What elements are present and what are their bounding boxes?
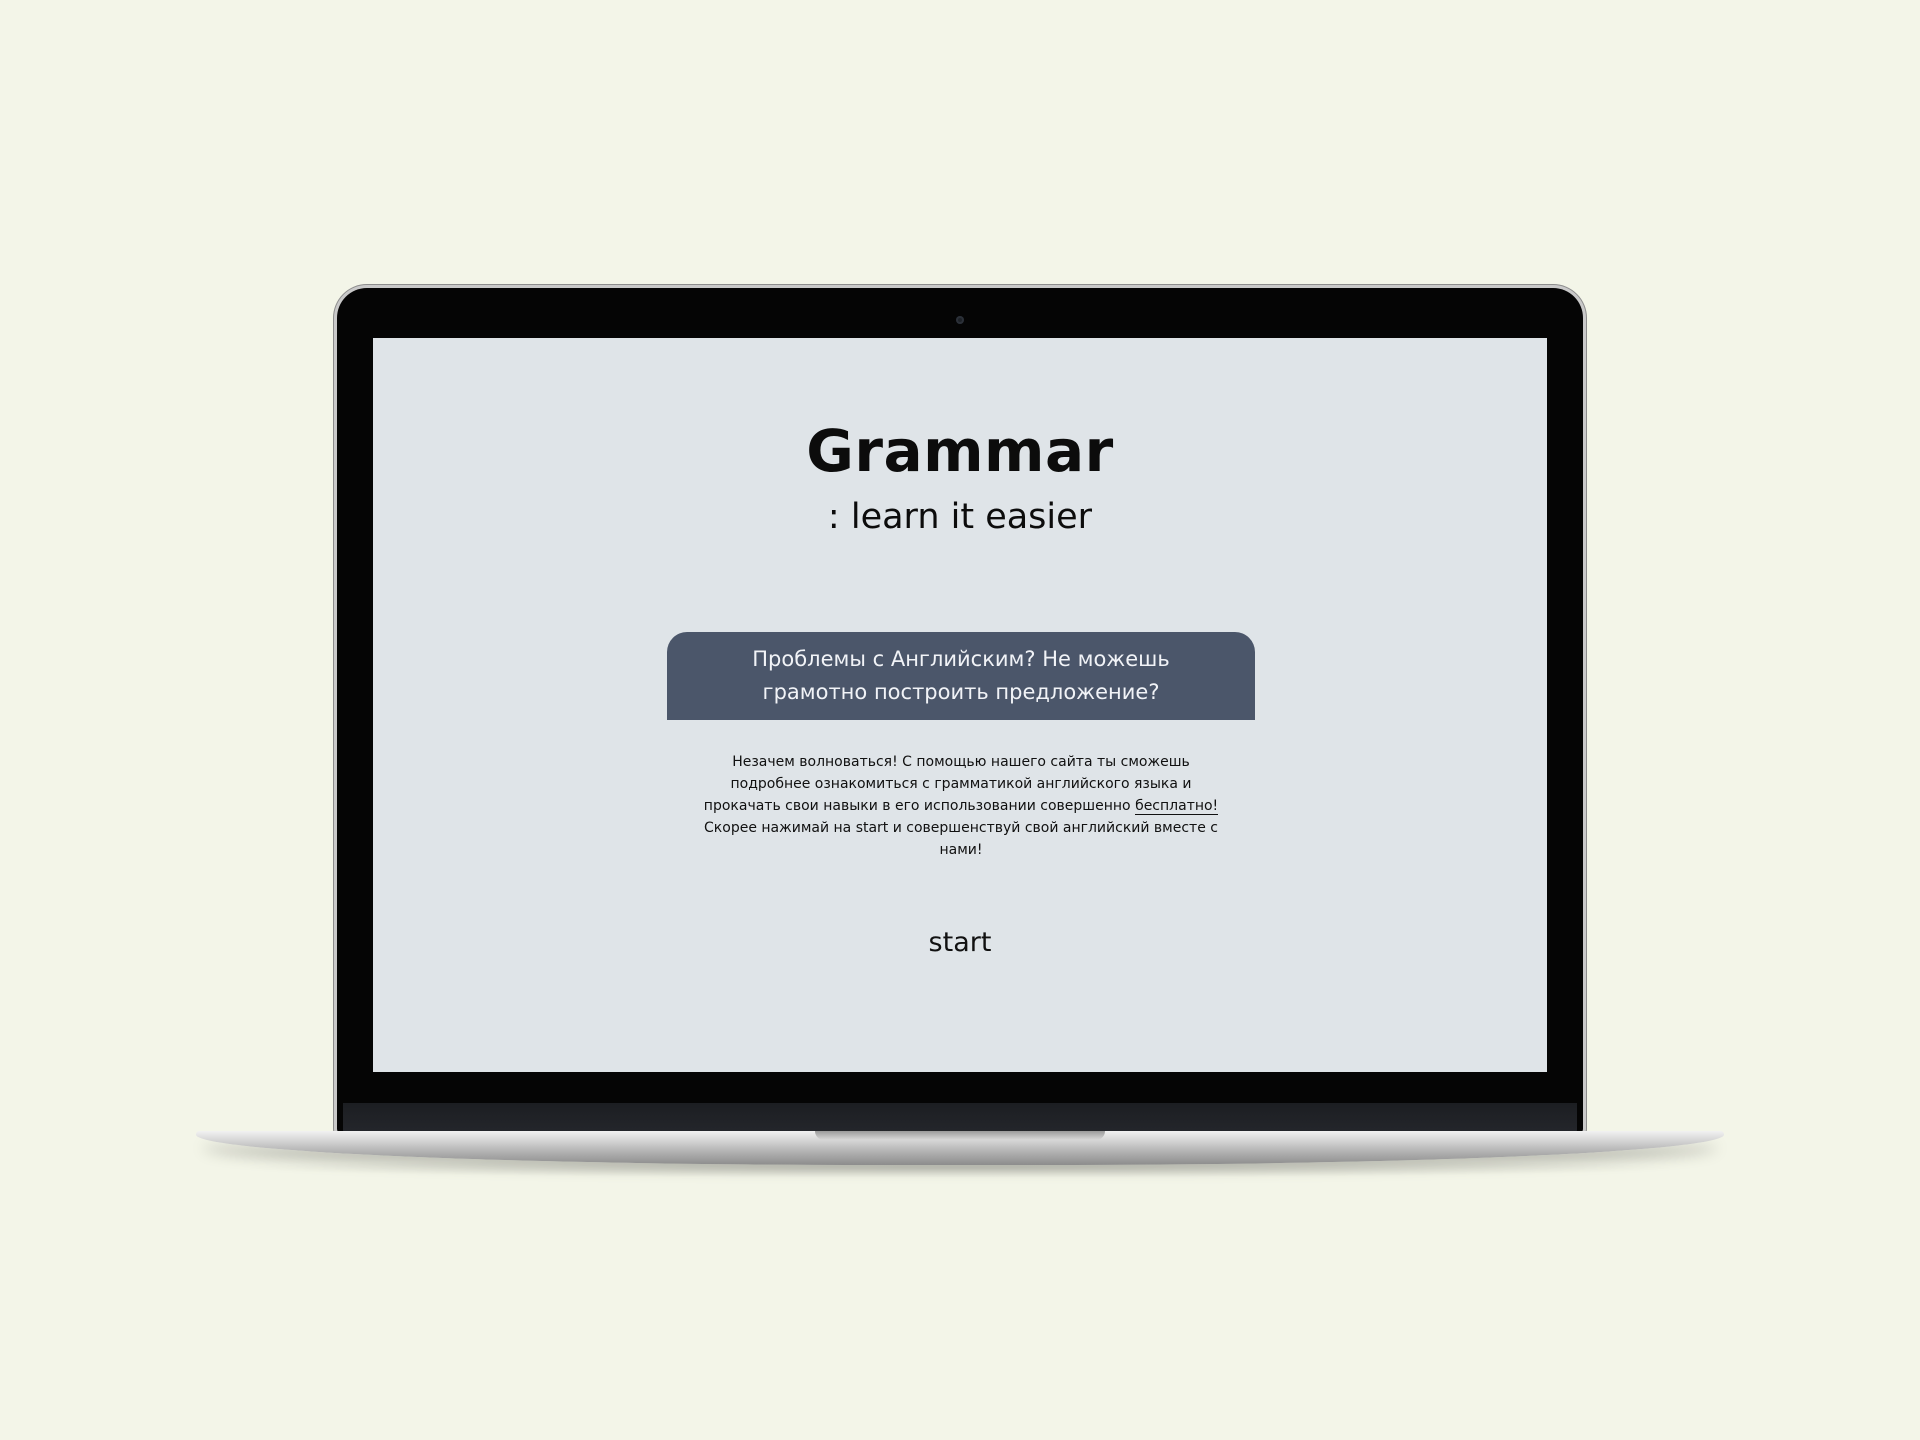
start-button[interactable]: start — [900, 922, 1020, 962]
laptop-lid: Grammar : learn it easier Проблемы с Анг… — [337, 288, 1583, 1133]
laptop-chin — [343, 1103, 1577, 1133]
laptop-screen: Grammar : learn it easier Проблемы с Анг… — [373, 338, 1547, 1072]
free-link[interactable]: бесплатно! — [1135, 798, 1219, 815]
question-banner: Проблемы с Английским? Не можешь грамотн… — [667, 632, 1255, 720]
description-text: Незачем волноваться! С помощью нашего са… — [703, 751, 1219, 861]
description-part-2: Скорее нажимай на start и совершенствуй … — [704, 820, 1218, 858]
landing-page: Grammar : learn it easier Проблемы с Анг… — [373, 338, 1547, 1072]
description-part-1: Незачем волноваться! С помощью нашего са… — [703, 754, 1192, 814]
page-subtitle: : learn it easier — [827, 497, 1093, 537]
camera-icon — [956, 316, 964, 324]
laptop-hinge-notch — [815, 1131, 1105, 1140]
page-title: Grammar — [806, 417, 1114, 485]
question-text: Проблемы с Английским? Не можешь грамотн… — [752, 647, 1170, 704]
